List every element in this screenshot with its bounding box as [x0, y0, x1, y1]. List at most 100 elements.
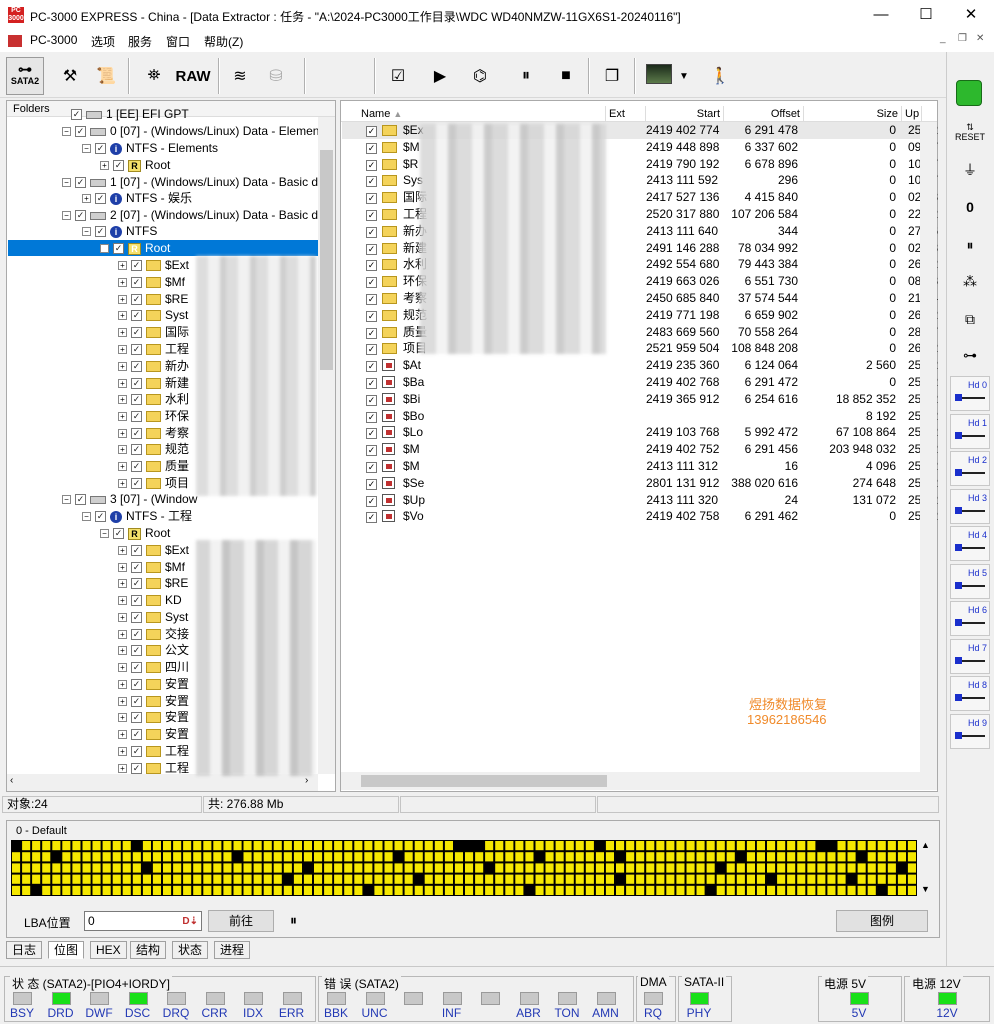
expand-icon[interactable]: +: [118, 429, 127, 439]
tree-node[interactable]: + ✓ 安置: [118, 709, 189, 725]
sector-block[interactable]: [163, 852, 172, 862]
sector-block[interactable]: [424, 841, 433, 851]
file-row[interactable]: ✓$Bo8 19225/02: [342, 408, 938, 425]
sector-block[interactable]: [314, 874, 323, 884]
sector-block[interactable]: [414, 885, 423, 895]
file-checkbox[interactable]: ✓: [366, 475, 377, 492]
sector-block[interactable]: [877, 874, 886, 884]
close-button[interactable]: ✕: [948, 0, 994, 30]
tree-node[interactable]: + ✓ 考察: [118, 425, 189, 441]
sector-block[interactable]: [897, 841, 906, 851]
column-up[interactable]: Up: [902, 106, 922, 122]
sector-block[interactable]: [132, 885, 141, 895]
sector-block[interactable]: [314, 885, 323, 895]
sector-block[interactable]: [193, 852, 202, 862]
exit-run-icon[interactable]: 🚶: [706, 58, 734, 94]
sector-block[interactable]: [344, 885, 353, 895]
sector-block[interactable]: [273, 852, 282, 862]
sector-block[interactable]: [465, 863, 474, 873]
sector-block[interactable]: [767, 874, 776, 884]
sector-block[interactable]: [696, 863, 705, 873]
sector-block[interactable]: [817, 885, 826, 895]
expand-icon[interactable]: +: [118, 730, 127, 740]
sector-block[interactable]: [515, 863, 524, 873]
sector-block[interactable]: [152, 852, 161, 862]
node-checkbox[interactable]: ✓: [131, 428, 142, 440]
sector-block[interactable]: [525, 841, 534, 851]
sector-block[interactable]: [183, 852, 192, 862]
sector-block[interactable]: [12, 852, 21, 862]
sector-block[interactable]: [122, 852, 131, 862]
sector-block[interactable]: [616, 874, 625, 884]
sector-block[interactable]: [394, 885, 403, 895]
expand-icon[interactable]: +: [118, 713, 127, 723]
expand-icon[interactable]: +: [118, 311, 127, 321]
checkbox-box[interactable]: ✓: [366, 462, 377, 473]
sector-block[interactable]: [545, 841, 554, 851]
node-checkbox[interactable]: ✓: [75, 126, 86, 138]
sector-block[interactable]: [515, 885, 524, 895]
sector-block[interactable]: [817, 841, 826, 851]
file-checkbox[interactable]: ✓: [366, 290, 377, 307]
node-checkbox[interactable]: ✓: [131, 478, 142, 490]
node-checkbox[interactable]: ✓: [75, 210, 86, 222]
sector-block[interactable]: [163, 841, 172, 851]
tree-node[interactable]: + ✓ Syst: [118, 609, 188, 625]
node-checkbox[interactable]: ✓: [131, 679, 142, 691]
sector-block[interactable]: [223, 852, 232, 862]
sector-block[interactable]: [92, 874, 101, 884]
sector-block[interactable]: [696, 874, 705, 884]
sector-block[interactable]: [334, 885, 343, 895]
sector-block[interactable]: [72, 852, 81, 862]
sector-block[interactable]: [424, 852, 433, 862]
expand-icon[interactable]: +: [118, 345, 127, 355]
sector-block[interactable]: [142, 863, 151, 873]
sector-block[interactable]: [223, 841, 232, 851]
sector-block[interactable]: [183, 885, 192, 895]
sector-block[interactable]: [696, 841, 705, 851]
sector-block[interactable]: [897, 885, 906, 895]
sector-block[interactable]: [867, 863, 876, 873]
sector-block[interactable]: [32, 885, 41, 895]
sector-block[interactable]: [454, 852, 463, 862]
sector-block[interactable]: [756, 874, 765, 884]
sector-block[interactable]: [12, 885, 21, 895]
sector-block[interactable]: [263, 863, 272, 873]
script-icon[interactable]: 📜: [92, 58, 120, 94]
sector-block[interactable]: [867, 852, 876, 862]
sector-block[interactable]: [374, 874, 383, 884]
tree-node[interactable]: + ✓ $RE: [118, 575, 188, 591]
node-checkbox[interactable]: ✓: [95, 226, 106, 238]
expand-icon[interactable]: +: [118, 362, 127, 372]
tree-node[interactable]: + ✓ $RE: [118, 291, 188, 307]
sector-block[interactable]: [837, 852, 846, 862]
decimal-mode-icon[interactable]: D⇣: [182, 913, 198, 931]
sector-block[interactable]: [505, 841, 514, 851]
sector-block[interactable]: [444, 841, 453, 851]
sector-block[interactable]: [354, 874, 363, 884]
expand-icon[interactable]: +: [118, 613, 127, 623]
sector-block[interactable]: [72, 841, 81, 851]
sector-block[interactable]: [887, 852, 896, 862]
network-icon[interactable]: ⌬: [464, 58, 496, 94]
sector-block[interactable]: [72, 885, 81, 895]
collapse-icon[interactable]: −: [82, 144, 91, 154]
sector-block[interactable]: [716, 852, 725, 862]
sector-block[interactable]: [213, 885, 222, 895]
file-checkbox[interactable]: ✓: [366, 424, 377, 441]
sector-block[interactable]: [203, 841, 212, 851]
sector-block[interactable]: [495, 841, 504, 851]
sector-block[interactable]: [817, 874, 826, 884]
sector-block[interactable]: [82, 852, 91, 862]
sector-block[interactable]: [746, 852, 755, 862]
sector-block[interactable]: [787, 852, 796, 862]
sector-block[interactable]: [223, 874, 232, 884]
tree-node[interactable]: + ✓ Syst: [118, 307, 188, 323]
sector-block[interactable]: [867, 874, 876, 884]
file-checkbox[interactable]: ✓: [366, 458, 377, 475]
zero-fill-icon[interactable]: 0: [950, 192, 990, 222]
scroll-left-icon[interactable]: ‹: [10, 775, 13, 786]
sector-block[interactable]: [183, 863, 192, 873]
sector-block[interactable]: [787, 863, 796, 873]
collapse-icon[interactable]: −: [100, 244, 109, 254]
